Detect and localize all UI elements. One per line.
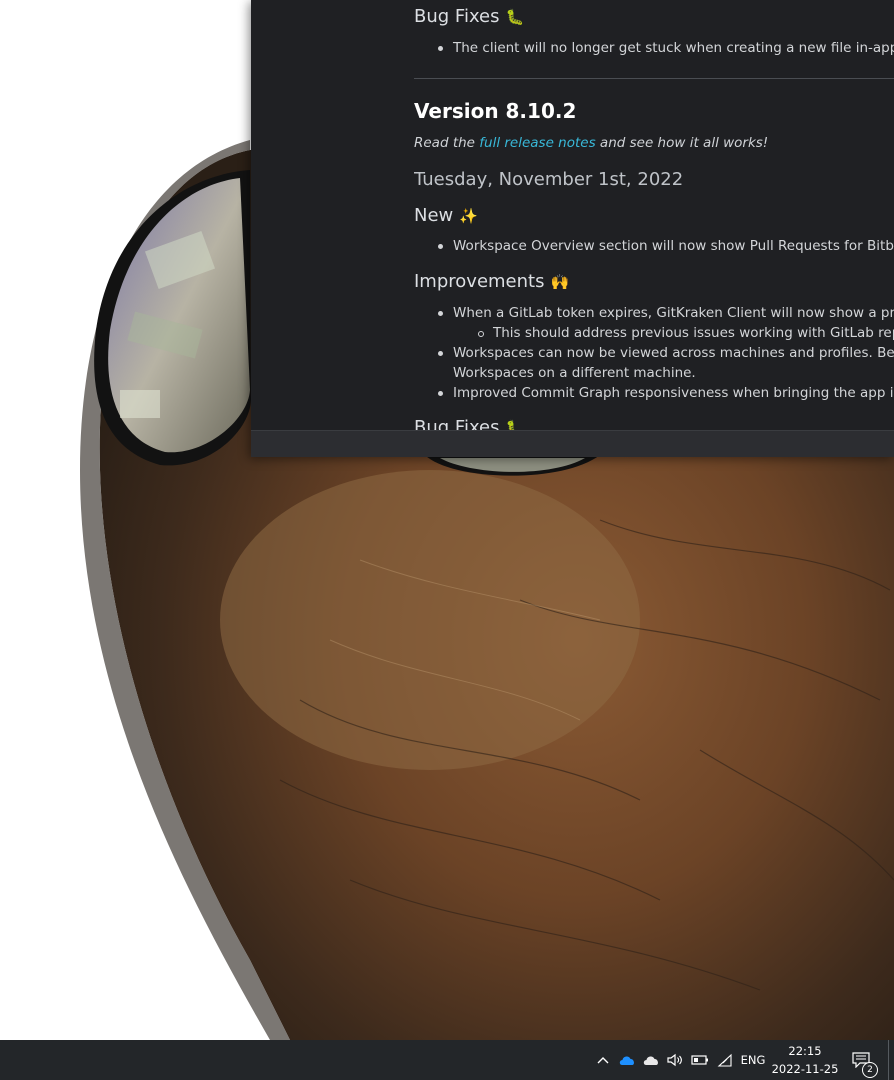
release-notes-window: Bug Fixes 🐛 The client will no longer get…: [251, 0, 894, 457]
clock-date: 2022-11-25: [771, 1062, 839, 1076]
battery-icon[interactable]: [690, 1050, 710, 1070]
new-heading: New ✨: [414, 205, 478, 226]
section-divider: [414, 78, 894, 79]
list-item: Workspace Overview section will now show…: [438, 236, 894, 256]
bug-fixes-heading-cut: Bug Fixes 🐛: [414, 417, 524, 430]
volume-icon[interactable]: [665, 1050, 685, 1070]
language-indicator[interactable]: ENG: [739, 1050, 767, 1070]
full-release-notes-link[interactable]: full release notes: [479, 135, 595, 151]
list-item: The client will no longer get stuck when…: [438, 38, 894, 58]
onedrive-icon[interactable]: [617, 1050, 637, 1070]
read-release-notes-line: Read the full release notes and see how …: [414, 135, 769, 151]
list-item: When a GitLab token expires, GitKraken C…: [437, 303, 894, 323]
notification-count-badge: 2: [862, 1062, 878, 1078]
taskbar: ENG 22:15 2022-11-25 2: [0, 1040, 894, 1080]
cloud-icon[interactable]: [641, 1050, 661, 1070]
window-footer-bar: [251, 430, 894, 457]
bug-icon: 🐛: [505, 8, 525, 26]
clock[interactable]: 22:15 2022-11-25: [770, 1042, 840, 1078]
list-item: Improved Commit Graph responsiveness whe…: [437, 383, 894, 403]
bug-fixes-heading: Bug Fixes 🐛: [414, 6, 525, 27]
sparkles-icon: ✨: [459, 207, 478, 225]
raised-hands-icon: 🙌: [550, 273, 570, 291]
bug-icon: 🐛: [505, 419, 525, 430]
release-notes-content: Bug Fixes 🐛 The client will no longer get…: [414, 0, 894, 430]
list-item: Workspaces can now be viewed across mach…: [438, 343, 894, 363]
chevron-up-icon[interactable]: [594, 1050, 612, 1070]
clock-time: 22:15: [788, 1044, 822, 1058]
sub-list-item: This should address previous issues work…: [478, 323, 894, 343]
list-item-continuation: Workspaces on a different machine.: [453, 365, 696, 381]
wifi-icon[interactable]: [715, 1050, 735, 1070]
version-title: Version 8.10.2: [414, 99, 577, 123]
show-desktop-button[interactable]: [888, 1040, 889, 1080]
release-date: Tuesday, November 1st, 2022: [414, 169, 684, 190]
improvements-heading: Improvements 🙌: [414, 271, 570, 292]
